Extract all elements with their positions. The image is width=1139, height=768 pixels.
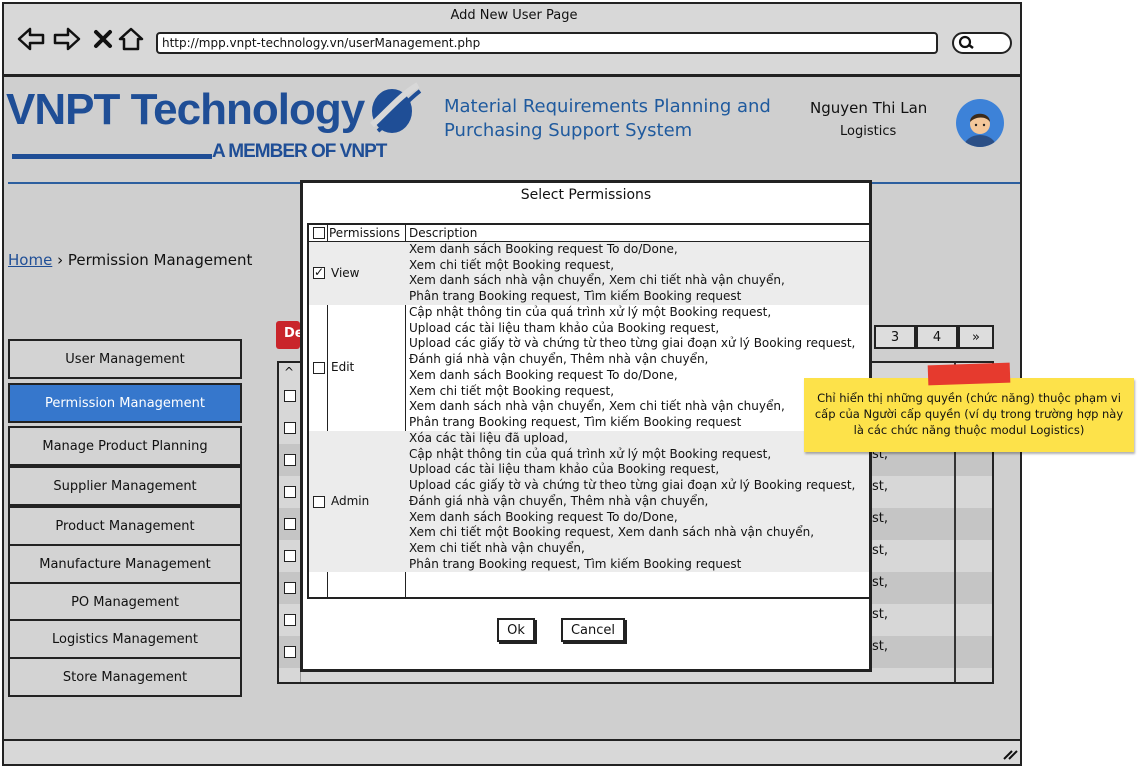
sidebar-item-store-management[interactable]: Store Management xyxy=(8,657,242,697)
sidebar-item-supplier-management[interactable]: Supplier Management xyxy=(8,466,242,506)
permission-description: Cập nhật thông tin của quá trình xử lý m… xyxy=(409,305,856,429)
breadcrumb-home-link[interactable]: Home xyxy=(8,251,52,269)
note-tape xyxy=(927,362,1011,386)
row-checkbox[interactable] xyxy=(284,518,296,530)
row-checkbox[interactable] xyxy=(284,454,296,466)
breadcrumb-separator-icon: › xyxy=(57,251,64,269)
stop-x-icon[interactable] xyxy=(88,24,118,54)
vnpt-globe-logo-icon xyxy=(370,82,422,133)
system-title-line1: Material Requirements Planning and xyxy=(444,96,771,117)
user-avatar-icon xyxy=(964,113,996,147)
select-permissions-dialog: Select Permissions Permissions Descripti… xyxy=(300,180,872,672)
permissions-table: Permissions Description ✓ View Xem danh … xyxy=(307,223,871,599)
breadcrumb-current: Permission Management xyxy=(67,251,253,269)
row-text: st, xyxy=(872,639,889,654)
pager-page-3[interactable]: 3 xyxy=(874,325,916,349)
ok-button[interactable]: Ok xyxy=(497,618,535,642)
row-checkbox[interactable] xyxy=(284,486,296,498)
resize-grip-icon[interactable] xyxy=(1002,748,1018,760)
row-checkbox[interactable] xyxy=(284,646,296,658)
sidebar-item-permission-management[interactable]: Permission Management xyxy=(8,383,242,423)
pager-page-4[interactable]: 4 xyxy=(916,325,958,349)
sidebar-item-manufacture-management[interactable]: Manufacture Management xyxy=(8,544,242,584)
home-icon[interactable] xyxy=(116,24,146,54)
company-logo-subtext: A MEMBER OF VNPT xyxy=(212,141,387,162)
permission-name: Admin xyxy=(331,494,370,508)
browser-search-box[interactable] xyxy=(952,32,1012,54)
company-logo-text: VNPT Technology xyxy=(6,85,365,134)
column-header-permissions: Permissions xyxy=(329,226,400,240)
system-title-line2: Purchasing Support System xyxy=(444,120,693,141)
column-header-description: Description xyxy=(409,226,478,240)
edit-checkbox[interactable] xyxy=(313,362,325,374)
status-bar-divider xyxy=(4,739,1020,741)
back-arrow-icon[interactable] xyxy=(16,24,46,54)
permission-row-edit: Edit Cập nhật thông tin của quá trình xử… xyxy=(309,305,869,431)
sidebar-item-product-management[interactable]: Product Management xyxy=(8,506,242,546)
row-text: st, xyxy=(872,543,889,558)
permission-row-admin: Admin Xóa các tài liệu đã upload, Cập nh… xyxy=(309,431,869,572)
breadcrumb: Home › Permission Management xyxy=(8,251,252,269)
user-name: Nguyen Thi Lan xyxy=(810,99,928,117)
sort-caret-icon[interactable]: ^ xyxy=(284,365,294,379)
avatar[interactable] xyxy=(956,99,1004,147)
permission-description: Xem danh sách Booking request To do/Done… xyxy=(409,242,785,304)
row-text: st, xyxy=(872,607,889,622)
row-text: st, xyxy=(872,479,889,494)
select-all-checkbox[interactable] xyxy=(313,227,325,239)
user-department: Logistics xyxy=(840,124,897,139)
url-bar[interactable]: http://mpp.vnpt-technology.vn/userManage… xyxy=(156,32,938,54)
permission-name: View xyxy=(331,266,360,280)
row-checkbox[interactable] xyxy=(284,550,296,562)
row-text: st, xyxy=(872,511,889,526)
row-checkbox[interactable] xyxy=(284,390,296,402)
delete-button[interactable]: De xyxy=(276,321,304,349)
row-checkbox[interactable] xyxy=(284,422,296,434)
row-text: st, xyxy=(872,575,889,590)
annotation-note: Chỉ hiển thị những quyền (chức năng) thu… xyxy=(804,378,1134,452)
logo-underline xyxy=(12,154,212,159)
window-title: Add New User Page xyxy=(450,8,578,23)
permission-name: Edit xyxy=(331,360,355,374)
sidebar-item-user-management[interactable]: User Management xyxy=(8,339,242,379)
permission-row-view: ✓ View Xem danh sách Booking request To … xyxy=(309,242,869,305)
forward-arrow-icon[interactable] xyxy=(52,24,82,54)
row-checkbox[interactable] xyxy=(284,582,296,594)
magnifier-icon xyxy=(958,35,974,49)
pager-next-button[interactable]: » xyxy=(958,325,994,349)
sidebar-item-manage-product-planning[interactable]: Manage Product Planning xyxy=(8,426,242,466)
system-title: Material Requirements Planning and Purch… xyxy=(444,95,771,143)
view-checkbox[interactable]: ✓ xyxy=(313,265,325,279)
checkmark-icon: ✓ xyxy=(314,265,325,279)
admin-checkbox[interactable] xyxy=(313,496,325,508)
row-checkbox[interactable] xyxy=(284,614,296,626)
permission-description: Xóa các tài liệu đã upload, Cập nhật thô… xyxy=(409,431,856,571)
dialog-title: Select Permissions xyxy=(520,187,652,203)
cancel-button[interactable]: Cancel xyxy=(561,618,625,642)
sidebar-item-po-management[interactable]: PO Management xyxy=(8,582,242,622)
sidebar-item-logistics-management[interactable]: Logistics Management xyxy=(8,619,242,659)
